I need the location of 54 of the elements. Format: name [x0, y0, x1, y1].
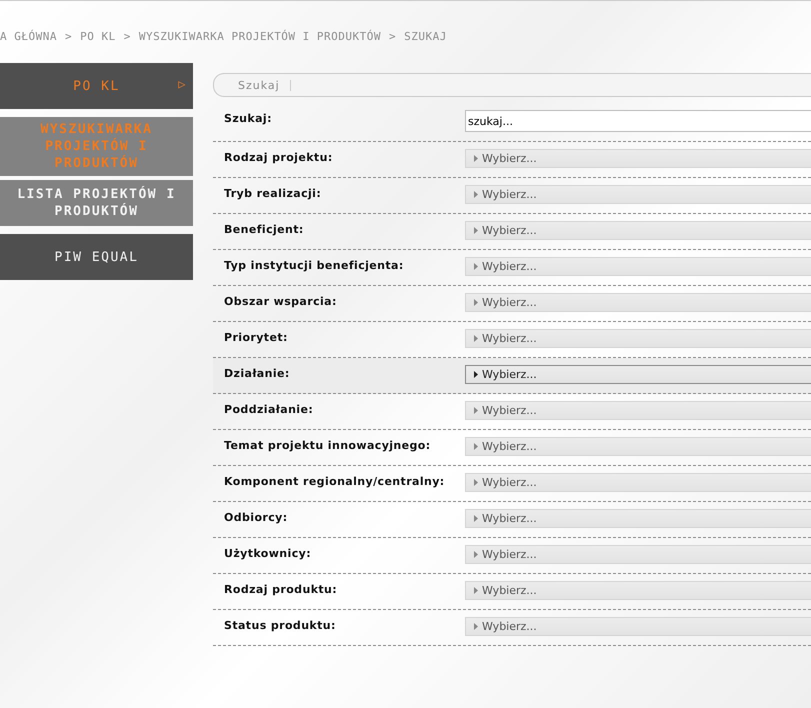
caret-icon — [474, 371, 478, 378]
dropdown[interactable]: Wybierz... — [465, 509, 811, 528]
field-label: Beneficjent: — [224, 222, 305, 237]
caret-icon — [474, 299, 478, 306]
breadcrumb-separator: > — [389, 30, 396, 45]
field-label: Komponent regionalny/centralny: — [224, 474, 446, 489]
dropdown[interactable]: Wybierz... — [465, 581, 811, 600]
caret-icon — [474, 263, 478, 270]
caret-icon — [474, 227, 478, 234]
caret-icon — [474, 407, 478, 414]
dropdown[interactable]: Wybierz... — [465, 401, 811, 420]
sidebar-item[interactable]: PIW EQUAL — [0, 234, 193, 280]
dropdown[interactable]: Wybierz... — [465, 221, 811, 240]
tab[interactable]: Szukaj — [238, 80, 291, 90]
caret-icon — [474, 443, 478, 450]
search-field[interactable]: szukaj... — [465, 110, 811, 132]
field-label: Działanie: — [224, 366, 291, 381]
field-label: Szukaj: — [224, 111, 273, 126]
dropdown[interactable]: Wybierz... — [465, 545, 811, 564]
dropdown[interactable]: Wybierz... — [465, 365, 811, 384]
dropdown[interactable]: Wybierz... — [465, 617, 811, 636]
caret-icon — [474, 191, 478, 198]
field-label: Odbiorcy: — [224, 510, 289, 525]
sidebar-item[interactable]: LISTA PROJEKTÓW I PRODUKTÓW — [0, 180, 193, 226]
caret-icon — [474, 623, 478, 630]
breadcrumb-separator: > — [64, 30, 72, 45]
breadcrumb-link[interactable]: A GŁÓWNA — [0, 30, 57, 59]
caret-icon — [474, 515, 478, 522]
field-label: Priorytet: — [224, 330, 289, 345]
field-label: Obszar wsparcia: — [224, 294, 338, 309]
caret-icon — [474, 551, 478, 558]
dropdown[interactable]: Wybierz... — [465, 329, 811, 348]
field-label: Rodzaj produktu: — [224, 582, 338, 597]
field-label: Typ instytucji beneficjenta: — [224, 258, 405, 273]
caret-icon — [474, 587, 478, 594]
field-label: Status produktu: — [224, 618, 337, 633]
field-label: Rodzaj projektu: — [224, 150, 334, 165]
caret-icon — [474, 479, 478, 486]
breadcrumb-link[interactable]: WYSZUKIWARKA PROJEKTÓW I PRODUKTÓW — [138, 30, 382, 59]
caret-icon — [474, 335, 478, 342]
field-label: Tryb realizacji: — [224, 186, 322, 201]
dropdown[interactable]: Wybierz... — [465, 149, 811, 168]
dropdown[interactable]: Wybierz... — [465, 257, 811, 276]
arrow-icon: ▷ — [178, 76, 187, 93]
caret-icon — [474, 155, 478, 162]
dropdown[interactable]: Wybierz... — [465, 473, 811, 492]
dropdown[interactable]: Wybierz... — [465, 437, 811, 456]
field-label: Użytkownicy: — [224, 546, 312, 561]
field-label: Temat projektu innowacyjnego: — [224, 438, 432, 453]
field-label: Poddziałanie: — [224, 402, 314, 417]
breadcrumb-link[interactable]: PO KL — [80, 30, 116, 59]
dropdown[interactable]: Wybierz... — [465, 185, 811, 204]
dropdown[interactable]: Wybierz... — [465, 293, 811, 312]
breadcrumb-separator: > — [124, 30, 131, 45]
